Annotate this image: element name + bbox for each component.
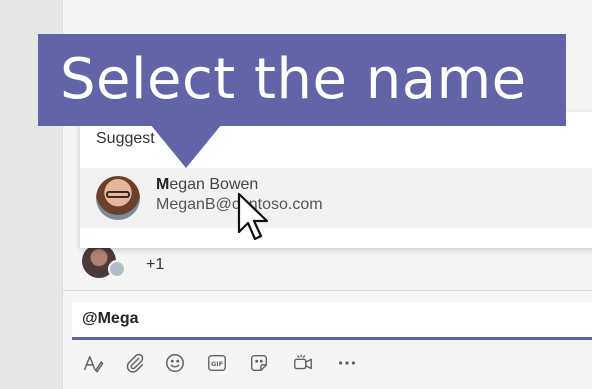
sticker-icon[interactable]	[246, 350, 272, 376]
compose-box[interactable]: @Mega	[72, 302, 592, 340]
format-icon[interactable]	[80, 350, 106, 376]
glasses-detail	[106, 191, 130, 198]
divider	[62, 290, 592, 291]
callout-text: Select the name	[60, 47, 527, 112]
suggestion-item-megan-bowen[interactable]: Megan Bowen MeganB@contoso.com	[80, 168, 592, 228]
participant-row: +1	[80, 244, 592, 284]
compose-toolbar: GIF	[72, 350, 592, 380]
callout-pointer	[150, 124, 222, 168]
compose-text: @Mega	[82, 310, 139, 327]
instruction-callout: Select the name	[38, 34, 566, 126]
mouse-cursor-icon	[237, 192, 269, 241]
svg-text:GIF: GIF	[211, 360, 223, 368]
name-rest: egan Bowen	[169, 176, 259, 193]
emoji-icon[interactable]	[162, 350, 188, 376]
more-options-icon[interactable]	[334, 350, 360, 376]
participant-extra-count: +1	[146, 256, 165, 273]
suggestions-heading: Suggest	[96, 130, 155, 147]
avatar	[96, 176, 140, 220]
name-match-highlight: M	[156, 176, 170, 193]
presence-status-icon	[108, 260, 126, 278]
meet-now-icon[interactable]	[290, 350, 316, 376]
attach-icon[interactable]	[122, 350, 148, 376]
gif-icon[interactable]: GIF	[204, 350, 230, 376]
